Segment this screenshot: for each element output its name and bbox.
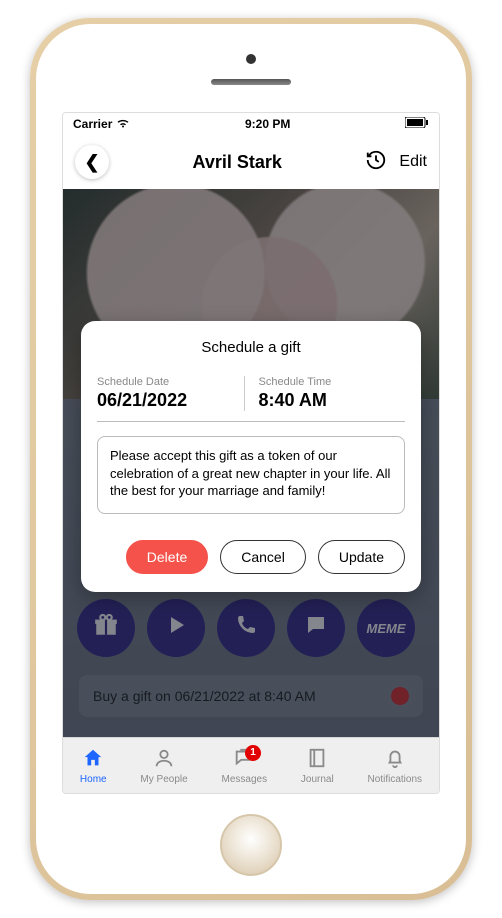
edit-button[interactable]: Edit (399, 153, 427, 171)
tab-bar: Home My People 1 Messages (63, 737, 439, 793)
date-label: Schedule Date (97, 376, 234, 388)
wifi-icon (116, 117, 130, 131)
home-button[interactable] (220, 814, 282, 876)
status-bar: Carrier 9:20 PM (63, 113, 439, 135)
schedule-time-field[interactable]: Schedule Time 8:40 AM (244, 376, 406, 411)
cancel-button[interactable]: Cancel (220, 540, 306, 574)
update-button[interactable]: Update (318, 540, 405, 574)
app-header: ❮ Avril Stark Edit (63, 135, 439, 189)
time-value: 8:40 AM (259, 390, 396, 411)
tab-home[interactable]: Home (80, 747, 107, 785)
message-input[interactable]: Please accept this gift as a token of ou… (97, 436, 405, 514)
phone-frame: Carrier 9:20 PM ❮ Avril Stark (30, 18, 472, 900)
messages-badge: 1 (245, 745, 261, 761)
speaker-grille (211, 79, 291, 85)
carrier-label: Carrier (73, 117, 112, 131)
bell-icon (384, 747, 406, 772)
tab-label: Home (80, 774, 107, 785)
chevron-left-icon: ❮ (84, 152, 99, 173)
tab-label: Journal (301, 774, 334, 785)
home-icon (82, 747, 104, 772)
page-title: Avril Stark (193, 152, 282, 173)
tab-label: My People (140, 774, 187, 785)
tab-notifications[interactable]: Notifications (368, 747, 422, 785)
status-time: 9:20 PM (245, 117, 290, 131)
tab-label: Messages (222, 774, 268, 785)
time-label: Schedule Time (259, 376, 396, 388)
battery-icon (405, 117, 429, 131)
history-icon[interactable] (365, 149, 387, 176)
tab-label: Notifications (368, 774, 422, 785)
date-value: 06/21/2022 (97, 390, 234, 411)
camera-dot (246, 54, 256, 64)
modal-title: Schedule a gift (97, 339, 405, 356)
tab-people[interactable]: My People (140, 747, 187, 785)
app-screen: Carrier 9:20 PM ❮ Avril Stark (62, 112, 440, 794)
delete-button[interactable]: Delete (126, 540, 208, 574)
schedule-modal: Schedule a gift Schedule Date 06/21/2022… (81, 321, 421, 592)
people-icon (153, 747, 175, 772)
schedule-date-field[interactable]: Schedule Date 06/21/2022 (97, 376, 244, 411)
tab-messages[interactable]: 1 Messages (222, 747, 268, 785)
phone-inner: Carrier 9:20 PM ❮ Avril Stark (36, 24, 466, 894)
back-button[interactable]: ❮ (75, 145, 109, 179)
tab-journal[interactable]: Journal (301, 747, 334, 785)
journal-icon (306, 747, 328, 772)
